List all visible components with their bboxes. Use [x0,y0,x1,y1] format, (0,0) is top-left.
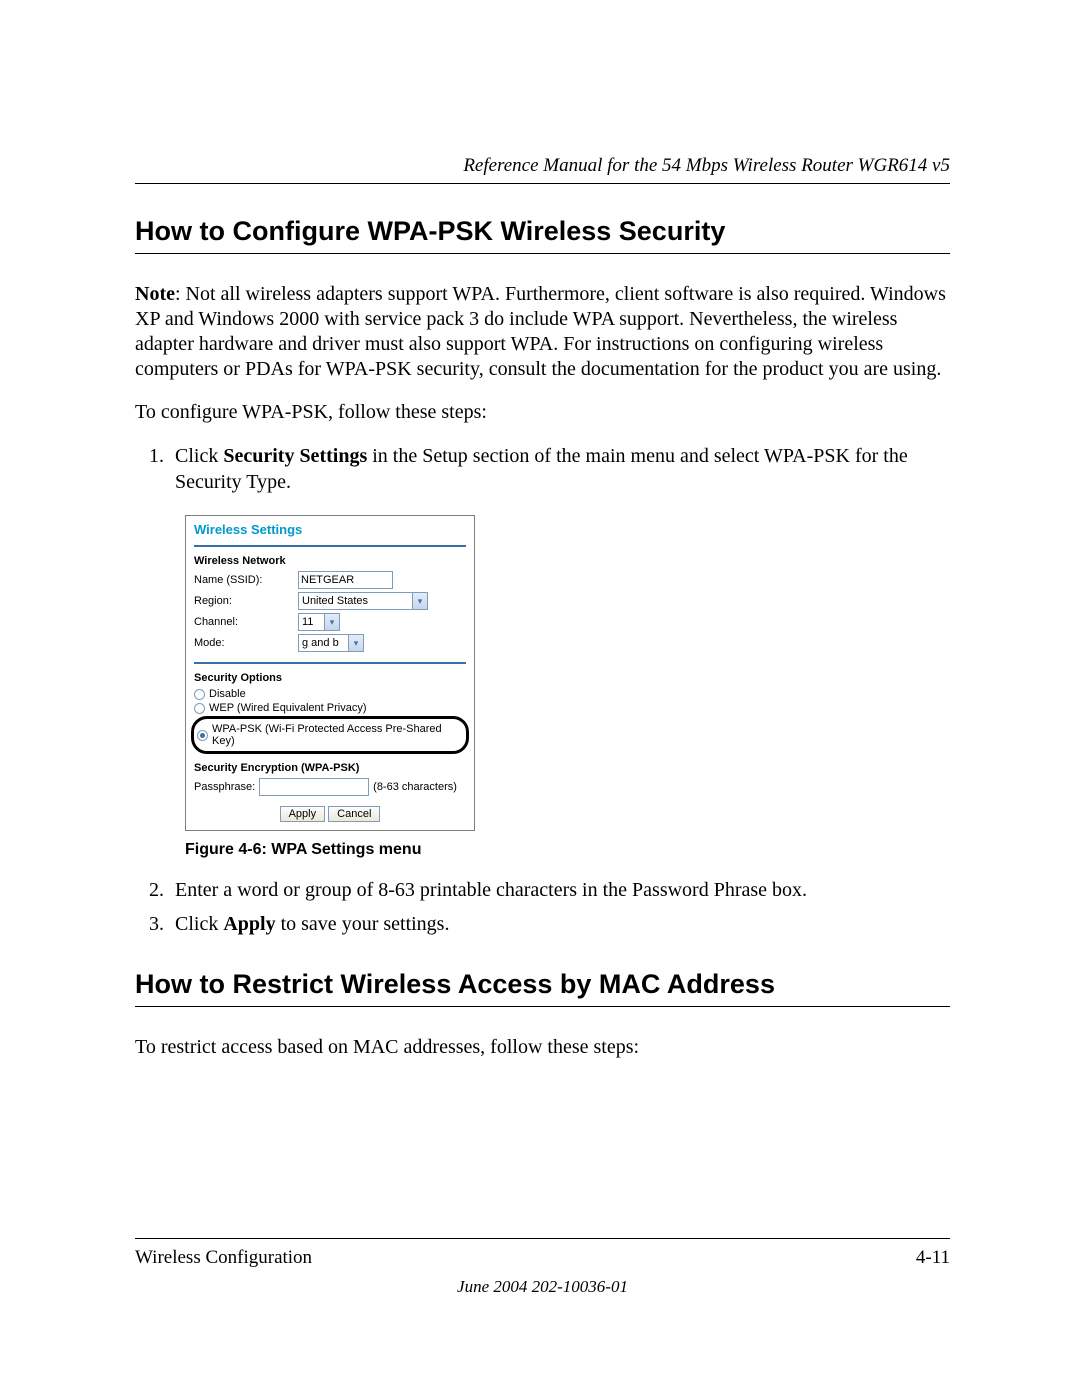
note-body: : Not all wireless adapters support WPA.… [135,283,946,380]
region-label: Region: [194,595,294,607]
step-3-a: Click [175,913,223,935]
intro-paragraph: To configure WPA-PSK, follow these steps… [135,400,950,425]
page-footer: Wireless Configuration 4-11 June 2004 20… [135,1230,950,1297]
step-1-a: Click [175,445,223,467]
radio-icon [194,689,205,700]
footer-page-number: 4-11 [916,1247,950,1269]
figure-caption: Figure 4-6: WPA Settings menu [185,841,950,859]
cancel-button[interactable]: Cancel [328,806,380,822]
chevron-down-icon: ▾ [324,614,339,630]
ssid-input[interactable]: NETGEAR [298,571,393,589]
channel-value: 11 [302,616,320,628]
encryption-heading: Security Encryption (WPA-PSK) [194,762,466,774]
passphrase-hint: (8-63 characters) [373,781,457,793]
note-label: Note [135,283,175,305]
step-1-bold: Security Settings [223,445,367,467]
step-3-b: to save your settings. [276,913,450,935]
region-select[interactable]: United States ▾ [298,592,428,610]
passphrase-label: Passphrase: [194,781,255,793]
ssid-label: Name (SSID): [194,574,294,586]
radio-disable-label: Disable [209,688,246,700]
footer-left: Wireless Configuration [135,1247,312,1269]
panel-rule [194,545,466,547]
mac-intro: To restrict access based on MAC addresse… [135,1035,950,1060]
heading-underline [135,253,950,254]
passphrase-input[interactable] [259,778,369,796]
running-header: Reference Manual for the 54 Mbps Wireles… [135,155,950,177]
wireless-network-heading: Wireless Network [194,555,466,567]
mode-label: Mode: [194,637,294,649]
footer-rule [135,1238,950,1239]
mode-value: g and b [302,637,344,649]
heading-underline-2 [135,1006,950,1007]
note-paragraph: Note: Not all wireless adapters support … [135,282,950,382]
radio-wpa-label: WPA-PSK (Wi-Fi Protected Access Pre-Shar… [212,723,463,747]
step-3: Click Apply to save your settings. [169,911,950,937]
wireless-settings-panel: Wireless Settings Wireless Network Name … [185,515,475,831]
region-value: United States [302,595,408,607]
channel-select[interactable]: 11 ▾ [298,613,340,631]
panel-title: Wireless Settings [194,522,466,537]
radio-wep-label: WEP (Wired Equivalent Privacy) [209,702,367,714]
figure-wpa-settings: Wireless Settings Wireless Network Name … [185,515,950,831]
header-rule [135,183,950,184]
panel-rule-2 [194,662,466,664]
chevron-down-icon: ▾ [412,593,427,609]
security-options-heading: Security Options [194,672,466,684]
step-1: Click Security Settings in the Setup sec… [169,443,950,495]
footer-date: June 2004 202-10036-01 [135,1277,950,1297]
radio-disable-row[interactable]: Disable [194,688,466,700]
callout-oval: WPA-PSK (Wi-Fi Protected Access Pre-Shar… [191,716,469,754]
channel-label: Channel: [194,616,294,628]
step-3-bold: Apply [223,913,275,935]
step-2: Enter a word or group of 8-63 printable … [169,877,950,903]
section-heading-mac: How to Restrict Wireless Access by MAC A… [135,969,950,1000]
radio-icon [194,703,205,714]
radio-icon [197,730,208,741]
apply-button[interactable]: Apply [280,806,326,822]
chevron-down-icon: ▾ [348,635,363,651]
radio-wpa-row[interactable]: WPA-PSK (Wi-Fi Protected Access Pre-Shar… [197,723,463,747]
section-heading-wpa: How to Configure WPA-PSK Wireless Securi… [135,216,950,247]
radio-wep-row[interactable]: WEP (Wired Equivalent Privacy) [194,702,466,714]
mode-select[interactable]: g and b ▾ [298,634,364,652]
